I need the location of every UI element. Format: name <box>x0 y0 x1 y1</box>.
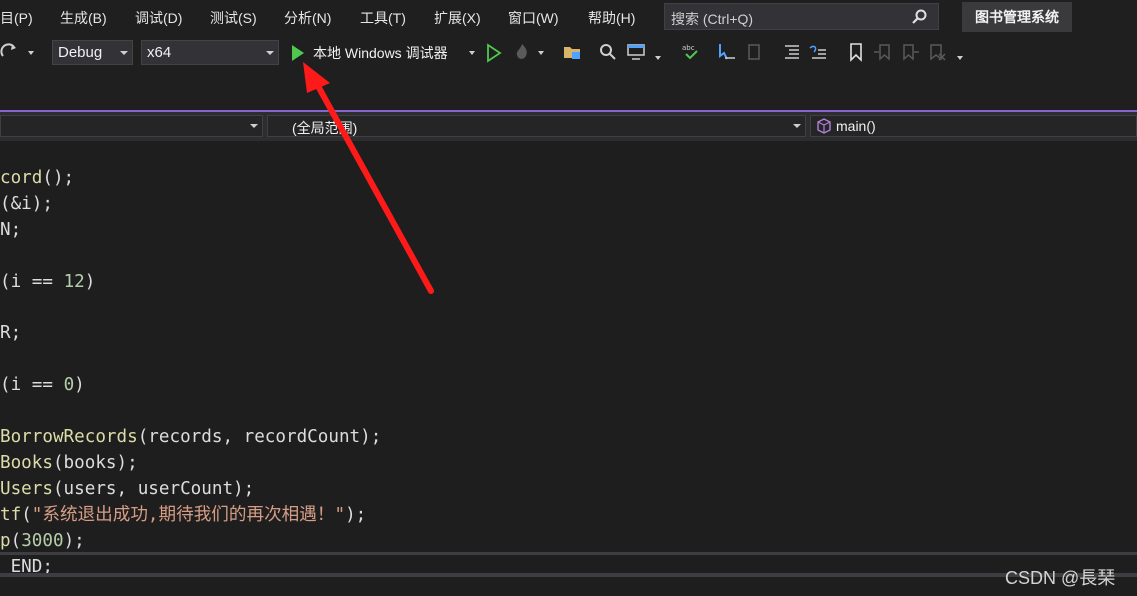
code-line: tf("系统退出成功,期待我们的再次相遇！"); <box>0 502 366 528</box>
svg-text:abc: abc <box>682 44 695 52</box>
layout-dropdown-icon[interactable] <box>655 56 661 60</box>
editor-divider <box>0 552 1137 555</box>
next-bookmark-icon[interactable] <box>900 42 920 62</box>
menu-window[interactable]: 窗口(W) <box>508 8 559 28</box>
redo-icon[interactable] <box>0 42 20 62</box>
code-line: cord(); <box>0 165 74 191</box>
code-token: p <box>0 530 11 551</box>
comment-icon[interactable] <box>717 42 737 62</box>
chevron-down-icon <box>250 124 258 128</box>
code-line: (i == 12) <box>0 269 95 295</box>
code-editor[interactable]: cord(); (&i); N; (i == 12) R; (i == 0) BorrowR… <box>0 141 1137 596</box>
toolbar-overflow-icon[interactable] <box>957 56 963 60</box>
code-line: (&i); <box>0 191 53 217</box>
configuration-value: Debug <box>58 44 103 61</box>
menu-tools[interactable]: 工具(T) <box>360 8 406 28</box>
clear-bookmark-icon[interactable] <box>927 42 947 62</box>
code-token: BorrowRecords <box>0 427 138 447</box>
code-token: N; <box>0 219 22 240</box>
toolbar: Debug x64 本地 Windows 调试器 abc <box>0 34 1137 72</box>
menu-extensions[interactable]: 扩展(X) <box>434 8 481 28</box>
code-token: (books); <box>52 452 138 473</box>
uncomment-icon[interactable] <box>745 42 765 62</box>
hot-reload-dropdown-icon[interactable] <box>538 51 544 55</box>
member-select[interactable]: main() <box>810 115 1137 137</box>
prev-bookmark-icon[interactable] <box>873 42 893 62</box>
code-token: (&i); <box>0 193 53 214</box>
code-line: (i == 0) <box>0 372 85 398</box>
spellcheck-icon[interactable]: abc <box>681 42 701 62</box>
scope-value: (全局范围) <box>292 120 358 136</box>
code-token: ) <box>84 271 96 292</box>
code-token: 3000 <box>21 530 64 551</box>
debug-target-dropdown-icon[interactable] <box>469 51 475 55</box>
code-token: ); <box>345 504 367 525</box>
code-line: p(3000); <box>0 528 85 554</box>
redo-dropdown-icon[interactable] <box>28 51 34 55</box>
code-token: ); <box>63 530 85 551</box>
start-debug-button[interactable]: 本地 Windows 调试器 <box>313 43 448 63</box>
menu-debug[interactable]: 调试(D) <box>135 8 182 28</box>
code-line: R; <box>0 320 21 346</box>
code-token: Users <box>0 478 53 499</box>
scope-select[interactable]: (全局范围) <box>267 115 806 137</box>
code-token: (records, recordCount); <box>137 427 382 447</box>
horizontal-scrollbar[interactable] <box>0 573 1137 577</box>
hot-reload-icon[interactable] <box>512 42 532 62</box>
code-token: (); <box>42 168 75 188</box>
code-token: 12 <box>63 271 85 292</box>
code-line: N; <box>0 217 21 243</box>
document-tab-well <box>0 72 1137 111</box>
menu-help[interactable]: 帮助(H) <box>588 8 635 28</box>
code-token: tf <box>0 504 22 525</box>
code-token: (users, userCount); <box>52 478 255 499</box>
code-token: cord <box>0 168 43 188</box>
menu-analyze[interactable]: 分析(N) <box>284 8 331 28</box>
platform-value: x64 <box>147 44 172 61</box>
start-without-debug-icon[interactable] <box>484 43 504 63</box>
code-token: ( <box>10 530 22 551</box>
chevron-down-icon <box>793 124 801 128</box>
start-debug-icon[interactable] <box>288 43 308 63</box>
solution-name: 图书管理系统 <box>962 2 1072 32</box>
bookmark-icon[interactable] <box>846 42 866 62</box>
code-line: Users(users, userCount); <box>0 476 254 502</box>
code-token: ( <box>21 504 32 525</box>
code-token: R; <box>0 323 22 344</box>
code-token: "系统退出成功,期待我们的再次相遇！" <box>31 504 346 525</box>
method-cube-icon <box>817 118 831 134</box>
menu-bar: 目(P) 生成(B) 调试(D) 测试(S) 分析(N) 工具(T) 扩展(X)… <box>0 0 1137 34</box>
code-token: (i == <box>0 271 64 292</box>
code-line: Books(books); <box>0 450 138 476</box>
code-token: Books <box>0 452 53 473</box>
search-icon <box>912 9 927 24</box>
find-icon[interactable] <box>598 42 618 62</box>
menu-project[interactable]: 目(P) <box>0 8 33 28</box>
open-folder-icon[interactable] <box>562 42 582 62</box>
menu-build[interactable]: 生成(B) <box>60 8 107 28</box>
window-layout-icon[interactable] <box>626 42 646 62</box>
navigation-bar: (全局范围) main() <box>0 112 1137 141</box>
platform-select[interactable]: x64 <box>141 40 279 65</box>
menu-test[interactable]: 测试(S) <box>210 8 257 28</box>
watermark: CSDN @長琹 <box>1005 568 1116 588</box>
search-input[interactable]: 搜索 (Ctrl+Q) <box>664 3 939 30</box>
code-token: (i == <box>0 375 64 396</box>
search-placeholder: 搜索 (Ctrl+Q) <box>671 11 754 27</box>
outdent-icon[interactable] <box>808 42 828 62</box>
code-line: BorrowRecords(records, recordCount); <box>0 424 381 450</box>
member-value: main() <box>836 118 876 134</box>
configuration-select[interactable]: Debug <box>52 40 133 65</box>
code-token: 0 <box>63 375 75 396</box>
indent-icon[interactable] <box>781 42 801 62</box>
chevron-down-icon <box>266 51 274 55</box>
code-token: ) <box>74 375 85 396</box>
project-select[interactable] <box>0 115 263 137</box>
chevron-down-icon <box>120 51 128 55</box>
